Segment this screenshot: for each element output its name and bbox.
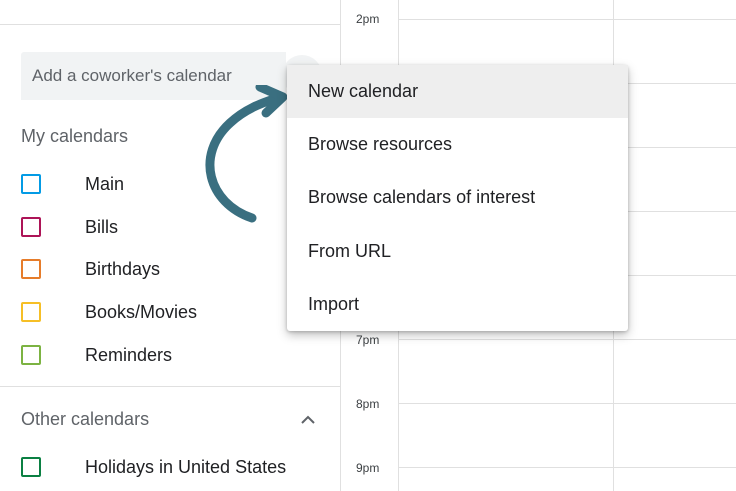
menu-item-browse-resources[interactable]: Browse resources bbox=[287, 118, 628, 171]
calendar-item-holidays[interactable]: Holidays in United States bbox=[21, 455, 321, 483]
checkbox[interactable] bbox=[21, 302, 41, 322]
my-calendars-title[interactable]: My calendars bbox=[21, 126, 128, 147]
menu-item-browse-calendars-of-interest[interactable]: Browse calendars of interest bbox=[287, 171, 628, 224]
menu-item-from-url[interactable]: From URL bbox=[287, 225, 628, 278]
checkbox[interactable] bbox=[21, 217, 41, 237]
other-calendars-title[interactable]: Other calendars bbox=[21, 409, 149, 430]
calendar-label: Holidays in United States bbox=[85, 457, 287, 477]
checkbox[interactable] bbox=[21, 345, 41, 365]
time-label: 2pm bbox=[356, 12, 380, 26]
divider bbox=[0, 386, 340, 387]
checkbox[interactable] bbox=[21, 259, 41, 279]
grid-line bbox=[398, 403, 736, 404]
calendar-label: Bills bbox=[85, 217, 119, 237]
calendar-item-birthdays[interactable]: Birthdays bbox=[21, 257, 321, 285]
grid-line bbox=[398, 19, 736, 20]
calendar-item-reminders[interactable]: Reminders bbox=[21, 343, 321, 371]
time-label: 9pm bbox=[356, 461, 380, 475]
divider bbox=[0, 24, 340, 25]
grid-line bbox=[398, 467, 736, 468]
calendar-label: Main bbox=[85, 174, 125, 194]
checkbox[interactable] bbox=[21, 457, 41, 477]
add-calendar-menu: New calendar Browse resources Browse cal… bbox=[287, 65, 628, 331]
calendar-label: Books/Movies bbox=[85, 302, 198, 322]
calendar-label: Birthdays bbox=[85, 259, 161, 279]
chevron-up-icon[interactable] bbox=[298, 410, 318, 430]
time-label: 7pm bbox=[356, 333, 380, 347]
menu-item-new-calendar[interactable]: New calendar bbox=[287, 65, 628, 118]
annotation-arrow-icon bbox=[205, 85, 288, 223]
time-label: 8pm bbox=[356, 397, 380, 411]
calendar-label: Reminders bbox=[85, 345, 173, 365]
calendar-item-books-movies[interactable]: Books/Movies bbox=[21, 300, 321, 328]
menu-item-import[interactable]: Import bbox=[287, 278, 628, 331]
grid-line bbox=[398, 339, 736, 340]
checkbox[interactable] bbox=[21, 174, 41, 194]
